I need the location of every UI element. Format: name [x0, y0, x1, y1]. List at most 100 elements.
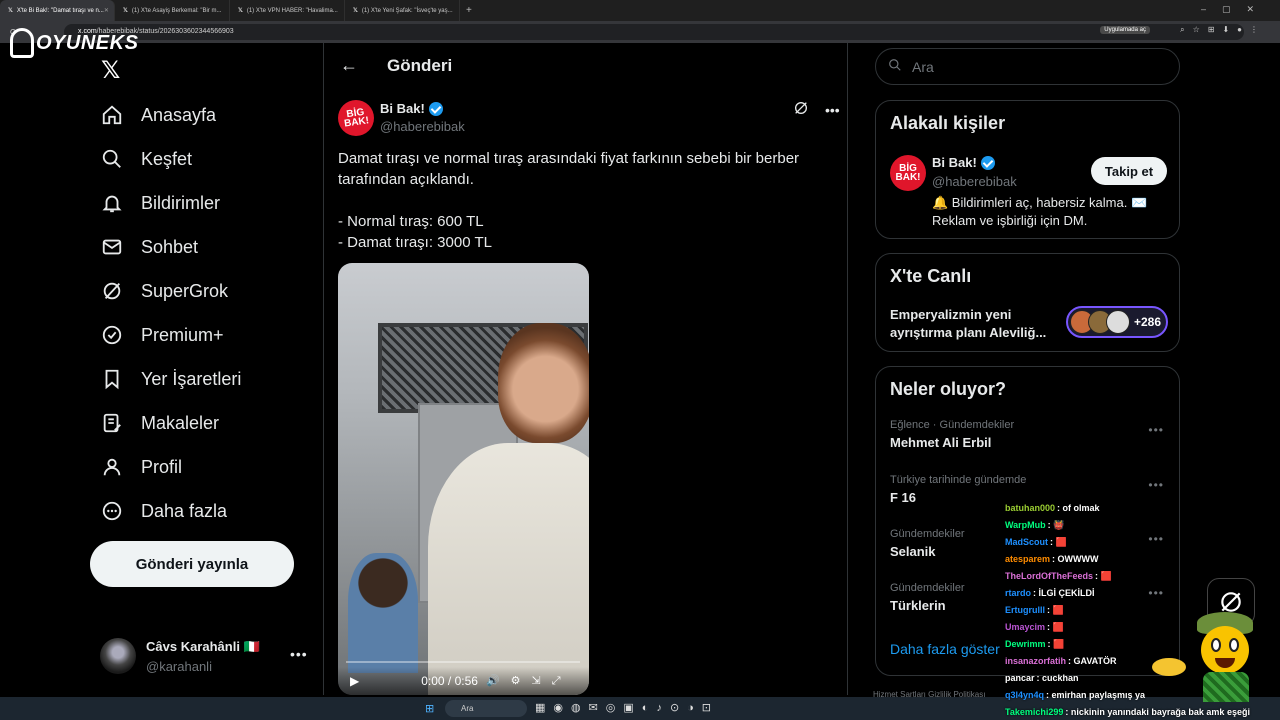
- grok-icon[interactable]: [793, 100, 809, 119]
- sidebar-item-premium[interactable]: Premium+: [100, 319, 224, 351]
- chat-username: insanazorfatih: [1005, 656, 1067, 666]
- sidebar-item-home[interactable]: Anasayfa: [100, 99, 216, 131]
- browser-tab[interactable]: 𝕏 (1) X'te VPN HABER: "Havalima...: [230, 0, 345, 21]
- avatar-text: BİG BAK!: [343, 106, 370, 130]
- trend-name: Mehmet Ali Erbil: [890, 435, 992, 450]
- video-scene: [498, 323, 589, 443]
- extension-icons[interactable]: ⌕☆⊞⬇●⋮: [1180, 25, 1266, 35]
- back-arrow-icon[interactable]: ←: [340, 55, 360, 76]
- account-name: Câvs Karahânli 🇮🇹: [146, 638, 260, 654]
- chat-text: 🟥: [1053, 639, 1065, 649]
- post-button[interactable]: Gönderi yayınla: [90, 541, 294, 587]
- chat-message: MadScout: 🟥: [1005, 537, 1067, 547]
- video-progress-bar[interactable]: [346, 661, 580, 663]
- search-placeholder: Ara: [912, 58, 934, 75]
- tab-label: X'te Bi Bak!: "Damat tıraşı ve n...: [16, 7, 104, 14]
- card-title: Neler oluyor?: [890, 379, 1007, 399]
- chat-message: Ertugrulll: 🟥: [1005, 605, 1064, 615]
- video-scene: [428, 443, 589, 695]
- account-more-icon[interactable]: •••: [290, 646, 308, 662]
- chat-username: MadScout: [1005, 537, 1049, 547]
- taskbar-search[interactable]: Ara: [445, 700, 527, 717]
- mail-icon: [100, 235, 124, 259]
- browser-tab-active[interactable]: 𝕏 X'te Bi Bak!: "Damat tıraşı ve n... ✕: [0, 0, 115, 21]
- x-favicon-icon: 𝕏: [353, 8, 358, 14]
- browser-tab[interactable]: 𝕏 (1) X'te Asayiş Berkemal: "Bir m...: [115, 0, 230, 21]
- article-icon: [100, 411, 124, 435]
- chat-username: Dewrimm: [1005, 639, 1046, 649]
- mascot-eye: [1229, 638, 1239, 652]
- trend-more-icon[interactable]: •••: [1148, 478, 1164, 492]
- sidebar-item-label: Sohbet: [141, 236, 199, 257]
- avatar-text: BİG BAK!: [895, 163, 921, 183]
- live-listeners[interactable]: +286: [1066, 306, 1168, 338]
- trend-more-icon[interactable]: •••: [1148, 423, 1164, 437]
- sidebar-item-supergrok[interactable]: SuperGrok: [100, 275, 228, 307]
- trend-item[interactable]: Eğlence · Gündemdekiler Mehmet Ali Erbil…: [890, 419, 1170, 450]
- chat-text: 🟥: [1052, 605, 1064, 615]
- video-control-icons[interactable]: 🔊⚙⇲⤢: [486, 674, 572, 688]
- related-name[interactable]: Bi Bak!: [932, 155, 977, 170]
- search-input[interactable]: Ara: [875, 48, 1180, 85]
- chat-username: WarpMub: [1005, 520, 1046, 530]
- chat-username: Umaycim: [1005, 622, 1046, 632]
- chat-username: batuhan000: [1005, 503, 1056, 513]
- sidebar-item-chat[interactable]: Sohbet: [100, 231, 198, 263]
- search-icon: [888, 58, 902, 75]
- live-card: X'te Canlı Emperyalizmin yeni ayrıştırma…: [875, 253, 1180, 352]
- sidebar-item-bookmarks[interactable]: Yer İşaretleri: [100, 363, 241, 395]
- sidebar-item-label: Bildirimler: [141, 192, 221, 213]
- watermark-text: OYUNEKS: [36, 31, 139, 54]
- chat-text: 🟥: [1055, 537, 1067, 547]
- chat-text: nickinin yanındaki bayrağa bak amk eşeği: [1070, 707, 1250, 717]
- post-author[interactable]: Bi Bak! @haberebibak: [380, 101, 465, 134]
- taskbar-app-icons[interactable]: ▦◉◍✉◎▣◐♪⊙◑⊡: [535, 701, 719, 714]
- sidebar-item-label: Profil: [141, 456, 183, 477]
- sidebar-item-profile[interactable]: Profil: [100, 451, 182, 483]
- play-icon[interactable]: ▶: [350, 674, 359, 688]
- follow-button[interactable]: Takip et: [1091, 157, 1167, 185]
- chat-message: TheLordOfTheFeeds: 🟥: [1005, 571, 1112, 581]
- x-logo-icon[interactable]: 𝕏: [101, 56, 120, 85]
- verified-badge-icon: [980, 155, 995, 170]
- premium-icon: [100, 323, 124, 347]
- windows-start-icon[interactable]: ⊞: [425, 702, 434, 715]
- post-text: Damat tıraşı ve normal tıraş arasındaki …: [338, 148, 828, 253]
- oyuneks-logo-icon: [10, 28, 34, 58]
- author-avatar[interactable]: BİG BAK!: [890, 155, 926, 191]
- post-video[interactable]: ▶ 0:00 / 0:56 🔊⚙⇲⤢: [338, 263, 589, 695]
- related-handle: @haberebibak: [932, 174, 1017, 189]
- url-field[interactable]: x.com/haberebibak/status/202630360234456…: [64, 24, 1244, 40]
- listener-count: +286: [1134, 315, 1162, 329]
- live-topic[interactable]: Emperyalizmin yeni ayrıştırma planı Alev…: [890, 306, 1060, 342]
- show-more-link[interactable]: Daha fazla göster: [890, 641, 1000, 657]
- window-controls[interactable]: –▢✕: [1201, 4, 1270, 15]
- chat-text: of olmak: [1062, 503, 1100, 513]
- open-in-app-button[interactable]: Uygulamada aç: [1100, 26, 1150, 34]
- x-favicon-icon: 𝕏: [8, 8, 13, 14]
- new-tab-icon[interactable]: +: [466, 5, 472, 16]
- chat-text: 👹: [1053, 520, 1065, 530]
- author-name: Bi Bak!: [380, 101, 425, 116]
- page-title: Gönderi: [387, 55, 453, 75]
- sidebar-item-explore[interactable]: Keşfet: [100, 143, 192, 175]
- chat-text: GAVATÖR: [1073, 656, 1117, 666]
- chat-username: pancar: [1005, 673, 1035, 683]
- sidebar-item-articles[interactable]: Makaleler: [100, 407, 219, 439]
- tab-close-icon[interactable]: ✕: [104, 7, 109, 14]
- chat-message: atesparem: OWWWW: [1005, 554, 1099, 564]
- sidebar-item-notifications[interactable]: Bildirimler: [100, 187, 220, 219]
- chat-username: rtardo: [1005, 588, 1032, 598]
- chat-message: WarpMub: 👹: [1005, 520, 1065, 530]
- chat-text: İLGİ ÇEKİLDİ: [1038, 588, 1095, 598]
- post-text-line: Damat tıraşı ve normal tıraş arasındaki …: [338, 150, 800, 188]
- account-switcher[interactable]: Câvs Karahânli 🇮🇹 @karahanli •••: [100, 638, 307, 674]
- tab-label: (1) X'te VPN HABER: "Havalima...: [246, 7, 338, 14]
- author-avatar[interactable]: BİG BAK!: [338, 100, 374, 136]
- more-options-icon[interactable]: •••: [825, 102, 840, 118]
- chat-message: q3l4yn4q: emirhan paylaşmış ya: [1005, 690, 1146, 700]
- post-actions: •••: [793, 100, 840, 119]
- sidebar-item-more[interactable]: Daha fazla: [100, 495, 227, 527]
- browser-tab[interactable]: 𝕏 (1) X'te Yeni Şafak: "İsveç'te yaş...: [345, 0, 460, 21]
- chat-message: Takemichi299: nickinin yanındaki bayrağa…: [1005, 707, 1250, 717]
